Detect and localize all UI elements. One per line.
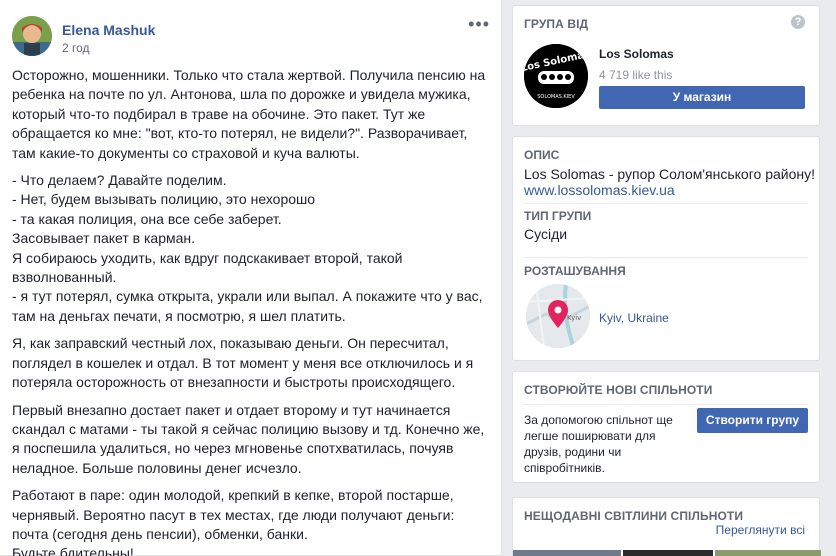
create-groups-description: За допомогою спільнот ще легше поширюват… (524, 413, 673, 475)
photo-thumbnail[interactable] (623, 550, 713, 556)
divider (524, 203, 808, 204)
create-groups-heading: Створюйте нові спільноти (524, 383, 713, 397)
author-name[interactable]: Elena Mashuk (62, 22, 155, 38)
post-paragraph: Первый внезапно достает пакет и отдает в… (12, 401, 485, 476)
map-thumbnail[interactable]: Kyiv (526, 284, 590, 348)
location-label: Розташування (524, 264, 626, 278)
group-logo[interactable]: Los Solomas SOLOMAS.KIEV (524, 44, 588, 108)
about-card: Опис Los Solomas - рупор Солом'янського … (512, 136, 820, 361)
divider (524, 404, 808, 405)
recent-photos-heading: Нещодавні світлини спільноти (524, 509, 744, 523)
group-name[interactable]: Los Solomas (599, 47, 674, 61)
group-card: Група від ? Los Solomas SOLOMAS.KIEV Los… (512, 5, 820, 126)
shop-button[interactable]: У магазин (599, 86, 805, 109)
post-card: Elena Mashuk 2 год ••• Осторожно, мошенн… (0, 0, 502, 556)
help-icon[interactable]: ? (791, 15, 805, 29)
create-groups-card: Створюйте нові спільноти За допомогою сп… (512, 371, 820, 483)
post-text: Осторожно, мошенники. Только что стала ж… (12, 66, 492, 556)
ellipsis-icon[interactable]: ••• (468, 15, 490, 33)
post-paragraph: Я, как заправский честный лох, показываю… (12, 335, 474, 391)
recent-photos-card: Нещодавні світлини спільноти Переглянути… (512, 497, 821, 556)
group-card-heading: Група від (524, 17, 589, 31)
group-type-value: Сусіди (524, 226, 568, 242)
post-timestamp[interactable]: 2 год (62, 41, 90, 55)
group-type-label: Тип групи (524, 209, 592, 223)
website-link[interactable]: www.lossolomas.kiev.ua (524, 182, 675, 198)
create-group-button[interactable]: Створити групу (697, 408, 808, 433)
logo-bottom-text: SOLOMAS.KIEV (537, 94, 575, 100)
description-label: Опис (524, 148, 560, 162)
location-link[interactable]: Kyiv, Ukraine (599, 311, 669, 325)
group-description: Los Solomas - рупор Солом'янського район… (524, 166, 815, 182)
post-paragraph: - Что делаем? Давайте поделим. - Нет, бу… (12, 172, 483, 324)
photo-thumbnail[interactable] (715, 550, 821, 556)
photo-thumbnail[interactable] (513, 550, 621, 556)
photo-thumbnails (513, 550, 821, 556)
post-paragraph: Работают в паре: один молодой, крепкий в… (12, 487, 455, 556)
group-likes-count: 4 719 like this (599, 68, 673, 82)
post-paragraph: Осторожно, мошенники. Только что стала ж… (12, 67, 486, 161)
author-avatar[interactable] (12, 16, 52, 56)
see-all-link[interactable]: Переглянути всі (716, 523, 805, 537)
map-label: Kyiv (567, 314, 581, 322)
post-header: Elena Mashuk 2 год ••• (12, 15, 492, 60)
divider (524, 257, 808, 258)
